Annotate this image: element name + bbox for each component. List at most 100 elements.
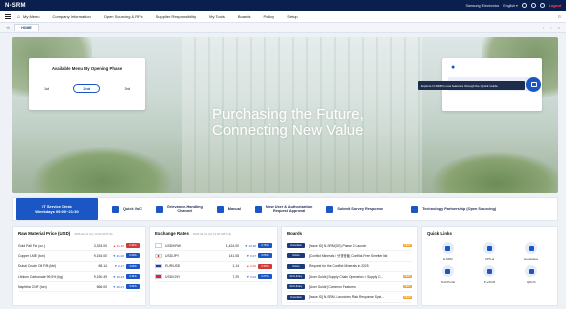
quick-voc-button[interactable]: Quick VoC xyxy=(112,205,142,213)
board-post-title[interactable]: [Conflict Minerals / 分쟁광물] Conflict-Free… xyxy=(309,253,412,258)
raw-material-panel: Raw Material Price (USD) 2025-04-21 (for … xyxy=(12,226,146,306)
material-value: 566.00 xyxy=(96,284,107,289)
table-row[interactable]: Dubai Crude Oil F/B (bbl) 68.14 ▼ 2.17 3.09… xyxy=(18,262,140,272)
menu-policy[interactable]: Policy xyxy=(264,14,275,19)
topbar-right: Samsung Electronics English ▾ Logout xyxy=(465,3,561,8)
tabbar-right-icons: ‹ › × xyxy=(543,25,560,30)
material-change: ▼ 21.00 xyxy=(112,253,124,258)
menu-supplier-responsibility[interactable]: Supplier Responsibility xyxy=(156,14,196,19)
list-item[interactable]: Notice [Conflict Minerals / 分쟁광물] Conflic… xyxy=(287,251,412,262)
flag-icon xyxy=(155,253,162,259)
list-item[interactable]: Ref.Library [User Guide] Supply Chain Ope… xyxy=(287,272,412,283)
language-select[interactable]: English ▾ xyxy=(503,4,518,8)
exchange-value: 141.08 xyxy=(228,253,239,258)
exchange-rate-table: USD/KRW 1,424.00 ▼ 10.90 0.76% USD/JPY 141.08… xyxy=(155,241,272,283)
board-post-title[interactable]: [User Guide] Common Features xyxy=(309,285,401,289)
raw-material-title: Raw Material Price (USD) 2025-04-21 (for … xyxy=(18,231,113,236)
menu-open-sourcing[interactable]: Open Sourcing & RFx xyxy=(104,14,143,19)
quick-link-label: TechPortal xyxy=(440,280,455,284)
table-row[interactable]: Naphtha CNF (ton) 566.00 ▼ 30.07 5.04% xyxy=(18,282,140,293)
quick-guide-tooltip: Explore N-SRM's new features through the… xyxy=(418,81,525,90)
menubar-right-icons: ⊟ xyxy=(558,14,561,19)
exchange-change: ▼ 0.02 xyxy=(246,274,256,279)
new-badge: NEW xyxy=(402,285,412,289)
exchange-percent-badge: 0.35% xyxy=(258,263,272,269)
quick-link-qdcs[interactable]: QDCS xyxy=(510,265,552,284)
material-name: Gold Pall Fix (oz.) xyxy=(18,243,45,248)
board-post-title[interactable]: [User Guide] Supply Chain Operation > Su… xyxy=(309,275,401,279)
tab-bar: ≪ HOME ‹ › × xyxy=(0,23,566,33)
material-name: Dubai Crude Oil F/B (bbl) xyxy=(18,264,57,269)
new-user-request-button[interactable]: New User & Authorization Request Approval xyxy=(254,205,312,214)
app-logo[interactable]: N-SRM xyxy=(5,3,26,9)
list-item[interactable]: Notice Request for the Conflict Minerals … xyxy=(287,262,412,272)
board-category-badge: Innovation xyxy=(287,243,305,249)
phase-option-2nd[interactable]: 2nd xyxy=(73,84,101,93)
table-row[interactable]: Copper LME (ton) 9,154.00 ▼ 21.00 0.23% xyxy=(18,251,140,262)
logout-button[interactable]: Logout xyxy=(549,4,561,8)
tab-prev-icon[interactable]: ‹ xyxy=(543,25,544,30)
tab-next-icon[interactable]: › xyxy=(550,25,551,30)
board-post-title[interactable]: [Issue ID] N-SRM(OS) Phase 2 Launch xyxy=(309,244,401,248)
menu-boards[interactable]: Boards xyxy=(238,14,251,19)
table-row[interactable]: USD/JPY 141.08 ▼ 0.07 0.05% xyxy=(155,251,272,262)
menu-company-information[interactable]: Company Information xyxy=(52,14,90,19)
exchange-change: ▼ 10.90 xyxy=(244,243,256,248)
list-item[interactable]: Ref.Library [User Guide] Common Features N… xyxy=(287,282,412,293)
help-icon[interactable] xyxy=(530,3,536,8)
quick-link-goodwave[interactable]: Goodwave xyxy=(510,242,552,261)
exchange-percent-badge: 0.27% xyxy=(258,274,272,280)
quick-guide-button[interactable] xyxy=(526,77,541,92)
quick-action-bar: IT Service Desk Weekdays 09:00~21:30 Qui… xyxy=(12,197,558,221)
grievance-channel-button[interactable]: Grievance-Handling Channel xyxy=(155,205,203,214)
quick-link-p-escm[interactable]: P-eSCM xyxy=(469,265,511,284)
phase-option-3rd[interactable]: 3rd xyxy=(125,87,131,91)
list-item[interactable]: Innovation [Issue ID] N-SRM, Launches Ris… xyxy=(287,292,412,303)
collapse-icon[interactable]: ⊟ xyxy=(558,14,561,19)
survey-response-button[interactable]: Submit Survey Response xyxy=(326,205,383,213)
quick-link-label: P-eSCM xyxy=(483,280,496,284)
table-row[interactable]: Gold Pall Fix (oz.) 3,333.00 ▲ 11.20 0.34% xyxy=(18,241,140,252)
table-row[interactable]: USD/CNY 7.29 ▼ 0.02 0.27% xyxy=(155,272,272,283)
currency-pair: USD/CNY xyxy=(165,274,181,279)
quick-link-cps-ai[interactable]: CPS.ai xyxy=(469,242,511,261)
material-percent-badge: 0.34% xyxy=(126,243,140,249)
table-row[interactable]: EUR/USD 1.14 ▲ 0.00 0.35% xyxy=(155,262,272,272)
technology-partnership-button[interactable]: Technology Partnership (Open Sourcing) xyxy=(411,205,496,213)
boards-list: Innovation [Issue ID] N-SRM(OS) Phase 2 L… xyxy=(287,241,412,303)
quick-link-e-srm[interactable]: E-SRM xyxy=(427,242,469,261)
flag-icon xyxy=(155,263,162,269)
board-post-title[interactable]: Request for the Conflict Minerals in 202… xyxy=(309,264,412,268)
notification-icon[interactable] xyxy=(521,3,527,8)
menu-setup[interactable]: Setup xyxy=(287,14,297,19)
board-category-badge: Ref.Library xyxy=(287,284,305,290)
tab-home[interactable]: HOME xyxy=(14,24,39,31)
it-service-desk-button[interactable]: IT Service Desk Weekdays 09:00~21:30 xyxy=(16,198,98,220)
menu-my-tools[interactable]: My Tools xyxy=(209,14,225,19)
material-percent-badge: 5.04% xyxy=(126,284,140,290)
partnership-icon xyxy=(411,205,419,213)
tab-close-all-icon[interactable]: × xyxy=(558,25,560,30)
flag-icon xyxy=(155,243,162,248)
settings-icon[interactable] xyxy=(539,3,545,8)
tab-nav-icon[interactable]: ≪ xyxy=(6,25,10,30)
exchange-rate-title: Exchange Rates 2025-04-21 (for 14:00 GMT+… xyxy=(155,231,232,236)
exchange-rate-panel: Exchange Rates 2025-04-21 (for 14:00 GMT+… xyxy=(149,226,278,306)
exchange-value: 1.14 xyxy=(232,264,239,269)
table-row[interactable]: USD/KRW 1,424.00 ▼ 10.90 0.76% xyxy=(155,241,272,252)
hamburger-menu-icon[interactable] xyxy=(5,14,11,19)
quick-link-techportal[interactable]: TechPortal xyxy=(427,265,469,284)
grievance-icon xyxy=(155,205,163,213)
exchange-value: 1,424.00 xyxy=(225,243,239,248)
board-category-badge: Ref.Library xyxy=(287,274,305,280)
list-item[interactable]: Innovation [Issue ID] N-SRM(OS) Phase 2 L… xyxy=(287,241,412,252)
home-icon[interactable]: ⌂ xyxy=(17,14,20,20)
table-row[interactable]: Lithium Carbonate 99.5% (kg) 9,150.49 ▼ 40… xyxy=(18,272,140,283)
quick-links-grid: E-SRM CPS.ai Goodwave TechPortal P-eSCM QDCS xyxy=(427,242,552,284)
manual-button[interactable]: Manual xyxy=(216,205,241,213)
board-post-title[interactable]: [Issue ID] N-SRM, Launches Risk Response… xyxy=(309,295,401,299)
material-value: 9,150.49 xyxy=(93,274,107,279)
phase-option-1st[interactable]: 1st xyxy=(44,87,49,91)
survey-icon xyxy=(326,205,334,213)
menu-my-menu[interactable]: My Menu xyxy=(23,14,39,19)
